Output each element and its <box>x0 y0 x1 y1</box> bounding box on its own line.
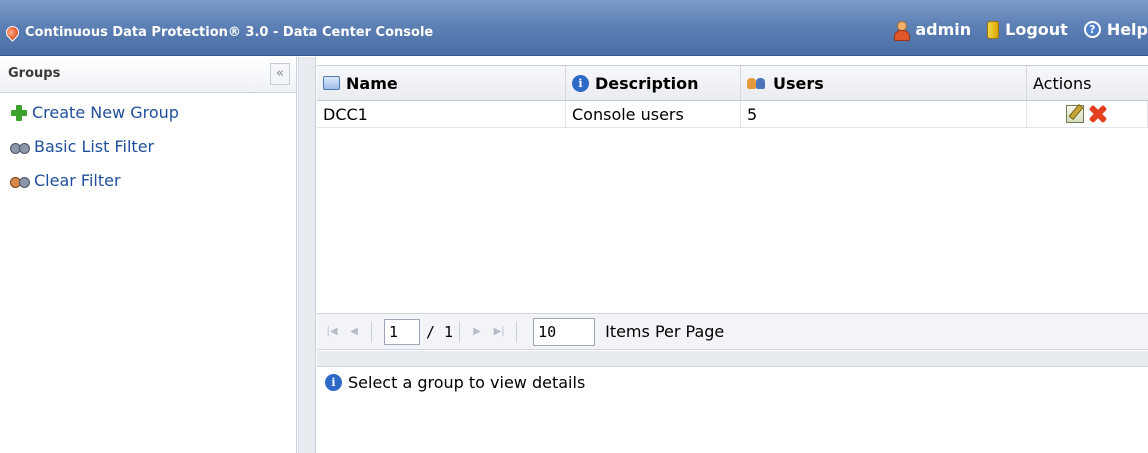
pagination-bar: |◀ ◀ / 1 ▶ ▶| Items Per Page <box>317 313 1148 350</box>
page-size-input[interactable] <box>533 317 596 346</box>
app-logo-icon <box>3 22 22 42</box>
cell-description: Console users <box>566 101 741 127</box>
help-icon: ? <box>1083 21 1101 38</box>
column-description-label: Description <box>595 73 699 93</box>
basic-list-filter-label: Basic List Filter <box>34 137 155 156</box>
column-header-name[interactable]: Name <box>317 66 566 100</box>
create-new-group-label: Create New Group <box>32 103 179 122</box>
total-pages: / 1 <box>426 322 454 341</box>
edit-icon[interactable] <box>1066 105 1084 123</box>
page-size-label: Items Per Page <box>605 322 725 341</box>
groups-grid: Name i Description Users Actions DCC1 Co… <box>317 65 1148 313</box>
details-pane: i Select a group to view details <box>317 367 1148 453</box>
column-actions-label: Actions <box>1033 73 1092 93</box>
users-icon <box>747 76 767 90</box>
cell-actions <box>1027 101 1148 127</box>
details-splitter[interactable] <box>317 351 1148 367</box>
pager-separator <box>516 320 518 343</box>
grid-header: Name i Description Users Actions <box>317 65 1148 101</box>
header-links: admin Logout ? Help <box>893 20 1148 41</box>
create-new-group-link[interactable]: Create New Group <box>10 103 179 122</box>
cell-name: DCC1 <box>317 101 566 127</box>
details-message: i Select a group to view details <box>325 373 585 392</box>
groups-panel: Groups « Create New Group Basic List Fil… <box>0 57 297 453</box>
groups-panel-header: Groups « <box>0 57 296 93</box>
cell-users: 5 <box>741 101 1027 127</box>
pager-separator <box>371 320 372 343</box>
prev-page-icon[interactable]: ◀ <box>343 326 365 337</box>
column-users-label: Users <box>773 73 824 93</box>
basic-list-filter-link[interactable]: Basic List Filter <box>10 137 154 156</box>
first-page-icon[interactable]: |◀ <box>321 326 343 337</box>
current-page-input[interactable] <box>384 318 420 345</box>
clear-filter-link[interactable]: Clear Filter <box>10 171 121 190</box>
panel-splitter[interactable] <box>298 57 316 453</box>
user-label: admin <box>915 20 972 39</box>
details-message-text: Select a group to view details <box>348 373 586 392</box>
clear-filter-icon <box>10 174 30 188</box>
column-header-description[interactable]: i Description <box>566 66 741 100</box>
name-column-icon <box>323 76 340 90</box>
pager-separator <box>459 320 461 343</box>
logout-icon <box>987 20 1000 39</box>
user-icon <box>893 20 911 41</box>
binoculars-icon <box>10 140 30 154</box>
app-header: Continuous Data Protection® 3.0 - Data C… <box>0 0 1148 56</box>
last-page-icon[interactable]: ▶| <box>488 326 510 337</box>
info-icon: i <box>325 374 342 391</box>
user-menu[interactable]: admin <box>893 20 972 41</box>
help-link[interactable]: ? Help <box>1083 20 1148 39</box>
help-label: Help <box>1106 20 1148 39</box>
column-header-actions: Actions <box>1027 66 1148 100</box>
info-icon: i <box>572 74 589 92</box>
logout-label: Logout <box>1005 20 1068 39</box>
table-row[interactable]: DCC1 Console users 5 <box>317 101 1148 128</box>
clear-filter-label: Clear Filter <box>34 171 121 190</box>
collapse-panel-button[interactable]: « <box>270 63 290 85</box>
logout-link[interactable]: Logout <box>987 20 1068 39</box>
column-header-users[interactable]: Users <box>741 66 1027 100</box>
next-page-icon[interactable]: ▶ <box>466 326 488 337</box>
add-icon <box>10 104 28 122</box>
column-name-label: Name <box>346 73 398 93</box>
app-title-text: Continuous Data Protection® 3.0 - Data C… <box>25 24 434 40</box>
delete-icon[interactable] <box>1088 104 1108 124</box>
app-title: Continuous Data Protection® 3.0 - Data C… <box>3 22 434 42</box>
groups-panel-title: Groups <box>8 66 61 81</box>
